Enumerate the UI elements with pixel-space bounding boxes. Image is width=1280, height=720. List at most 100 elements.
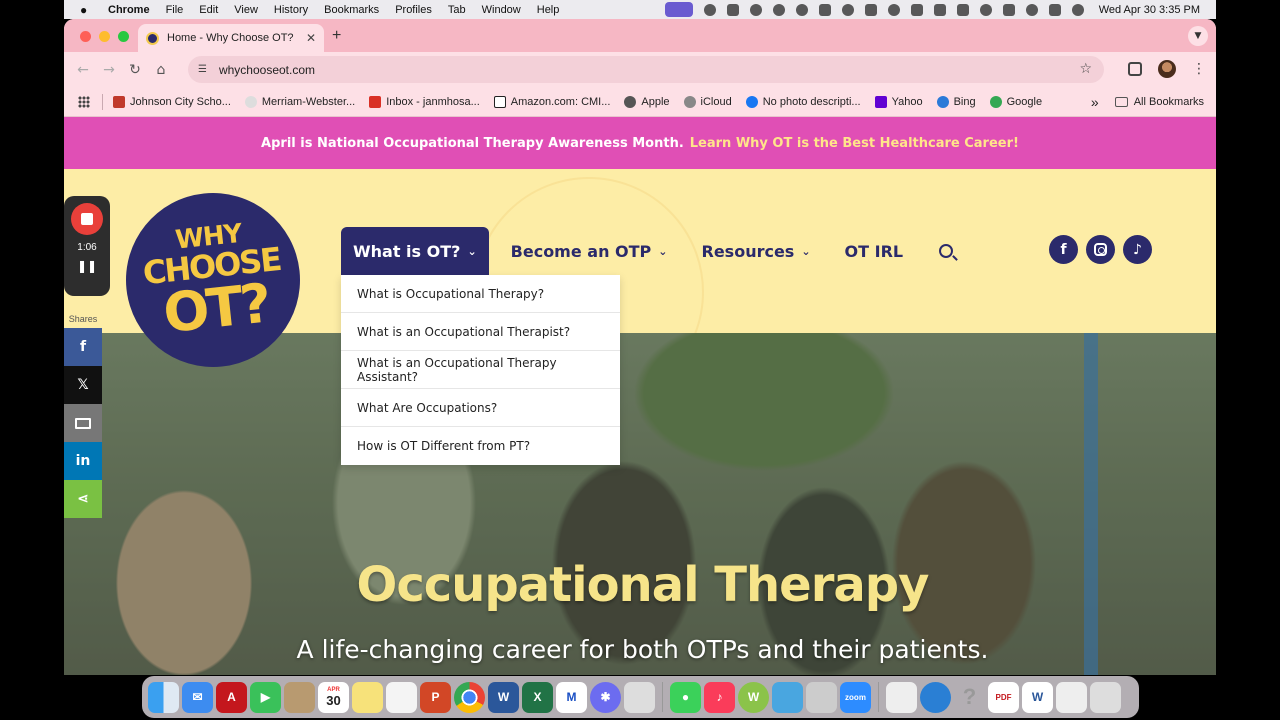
finder-icon[interactable] [148, 681, 179, 713]
dropdown-item-occupational-therapist[interactable]: What is an Occupational Therapist? [341, 313, 620, 351]
menu-edit[interactable]: Edit [199, 4, 218, 16]
mail-icon[interactable]: ✉ [182, 681, 213, 713]
menu-clock[interactable]: Wed Apr 30 3:35 PM [1099, 4, 1200, 16]
forward-arrow-icon[interactable]: → [96, 62, 122, 78]
fullscreen-window-button[interactable] [118, 31, 129, 42]
acrobat-icon[interactable]: A [216, 681, 247, 713]
excel-icon[interactable]: X [522, 681, 553, 713]
siri-icon[interactable] [1071, 3, 1084, 16]
more-bookmarks-chevron-icon[interactable]: » [1091, 94, 1099, 110]
share-linkedin-icon[interactable]: in [64, 442, 102, 480]
tab-home-why-choose-ot[interactable]: Home - Why Choose OT? ✕ [138, 24, 324, 52]
settings-gear-icon[interactable]: ✱ [590, 681, 621, 713]
share-email-icon[interactable] [64, 404, 102, 442]
bookmark-amazon[interactable]: Amazon.com: CMI... [493, 95, 610, 108]
battery-icon[interactable] [956, 3, 969, 16]
freeform-icon[interactable] [386, 681, 417, 713]
all-bookmarks-button[interactable]: All Bookmarks [1114, 96, 1204, 108]
sync-icon[interactable] [772, 3, 785, 16]
malwarebytes-icon[interactable]: M [556, 681, 587, 713]
bookmark-johnson-city[interactable]: Johnson City Scho... [113, 95, 231, 108]
file-icon[interactable] [1056, 681, 1087, 713]
network-icon[interactable] [772, 681, 803, 713]
nav-ot-irl[interactable]: OT IRL [833, 227, 916, 275]
bookmark-google[interactable]: Google [989, 95, 1042, 108]
url-text[interactable]: whychooseot.com [219, 63, 315, 77]
nav-what-is-ot[interactable]: What is OT? ⌄ [341, 227, 489, 275]
dropdown-item-occupations[interactable]: What Are Occupations? [341, 389, 620, 427]
bookmark-merriam-webster[interactable]: Merriam-Webster... [244, 95, 355, 108]
share-facebook-icon[interactable]: f [64, 328, 102, 366]
share-more-icon[interactable]: ⋖ [64, 480, 102, 518]
bookmark-apple[interactable]: Apple [624, 95, 670, 108]
trash-icon[interactable] [1090, 681, 1121, 713]
dropdown-item-ot-vs-pt[interactable]: How is OT Different from PT? [341, 427, 620, 465]
screen-record-icon[interactable] [664, 2, 693, 17]
search-icon[interactable] [939, 244, 954, 258]
nav-resources[interactable]: Resources ⌄ [690, 227, 823, 275]
apps-grid-icon[interactable] [78, 95, 90, 108]
banner-link[interactable]: Learn Why OT is the Best Healthcare Care… [690, 136, 1019, 151]
music-icon[interactable]: ♪ [704, 681, 735, 713]
notes-icon[interactable] [352, 681, 383, 713]
bookmark-icloud[interactable]: iCloud [683, 95, 732, 108]
grammarly-icon[interactable] [749, 3, 762, 16]
messages-icon[interactable]: ● [670, 681, 701, 713]
bookmark-facebook-photo[interactable]: No photo descripti... [745, 95, 861, 108]
globe-icon[interactable] [920, 681, 951, 713]
share-x-icon[interactable]: 𝕏 [64, 366, 102, 404]
extension-icon[interactable] [841, 3, 854, 16]
volume-icon[interactable] [910, 3, 923, 16]
menu-bookmarks[interactable]: Bookmarks [324, 4, 379, 16]
tab-close-icon[interactable]: ✕ [306, 31, 316, 45]
menu-view[interactable]: View [234, 4, 258, 16]
apple-menu-icon[interactable]: ● [80, 3, 94, 17]
cloud-icon[interactable] [795, 3, 808, 16]
info-icon[interactable] [887, 3, 900, 16]
menu-file[interactable]: File [166, 4, 184, 16]
extensions-puzzle-icon[interactable] [1128, 62, 1142, 76]
menu-help[interactable]: Help [537, 4, 560, 16]
bookmark-gmail-inbox[interactable]: Inbox - janmhosa... [369, 95, 480, 108]
address-bar[interactable]: ☰ whychooseot.com ☆ [188, 56, 1104, 83]
instagram-icon[interactable] [1086, 235, 1115, 264]
app-icon[interactable] [726, 3, 739, 16]
control-center-icon[interactable] [1048, 3, 1061, 16]
bookmark-yahoo[interactable]: Yahoo [874, 95, 923, 108]
pdf-icon[interactable]: PDF [988, 681, 1019, 713]
new-tab-button[interactable]: + [332, 27, 341, 45]
dropdown-item-occupational-therapy[interactable]: What is Occupational Therapy? [341, 275, 620, 313]
word-web-icon[interactable]: W [738, 681, 769, 713]
menu-history[interactable]: History [274, 4, 308, 16]
powerpoint-icon[interactable]: P [420, 681, 451, 713]
back-arrow-icon[interactable]: ← [70, 62, 96, 78]
nav-become-an-otp[interactable]: Become an OTP ⌄ [499, 227, 680, 275]
word-document-icon[interactable]: W [1022, 681, 1053, 713]
menu-tab[interactable]: Tab [448, 4, 466, 16]
minimize-window-button[interactable] [99, 31, 110, 42]
utility-icon[interactable] [624, 681, 655, 713]
menu-window[interactable]: Window [482, 4, 521, 16]
calendar-icon[interactable]: APR 30 [318, 681, 349, 713]
zoom-icon[interactable]: zoom [840, 681, 871, 713]
facetime-icon[interactable]: ▶ [250, 681, 281, 713]
profile-avatar[interactable] [1158, 60, 1176, 78]
code-icon[interactable] [1002, 3, 1015, 16]
word-icon[interactable]: W [488, 681, 519, 713]
tab-search-chevron-icon[interactable]: ▼ [1188, 26, 1208, 46]
bluetooth-icon[interactable] [933, 3, 946, 16]
spotlight-search-icon[interactable] [1025, 3, 1038, 16]
pause-icon[interactable]: ❚❚ [77, 259, 97, 273]
settings-gear-icon[interactable] [703, 3, 716, 16]
stop-recording-button[interactable] [71, 203, 103, 235]
tool-icon[interactable] [864, 3, 877, 16]
bookmark-star-icon[interactable]: ☆ [1079, 61, 1092, 77]
menu-profiles[interactable]: Profiles [395, 4, 432, 16]
site-info-icon[interactable]: ☰ [198, 64, 207, 75]
home-icon[interactable]: ⌂ [148, 62, 174, 78]
reload-icon[interactable]: ↻ [122, 62, 148, 78]
bookmark-bing[interactable]: Bing [936, 95, 976, 108]
dropdown-item-ot-assistant[interactable]: What is an Occupational Therapy Assistan… [341, 351, 620, 389]
wifi-icon[interactable] [979, 3, 992, 16]
document-icon[interactable] [886, 681, 917, 713]
